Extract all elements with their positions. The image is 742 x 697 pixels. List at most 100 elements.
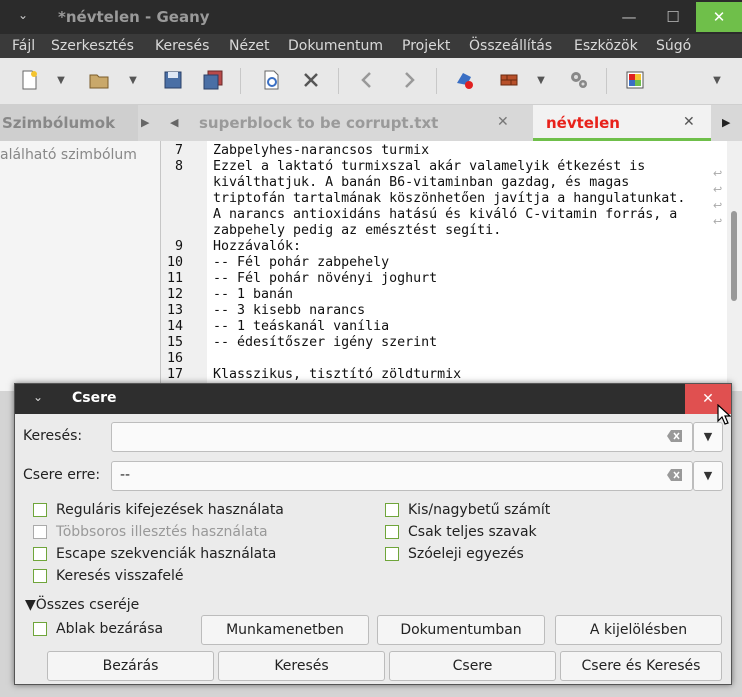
editor-scrollbar[interactable]	[727, 141, 742, 391]
window-close-button[interactable]: ✕	[696, 2, 742, 32]
replace-history-dropdown[interactable]: ▼	[693, 461, 723, 491]
replace-input[interactable]: --	[111, 461, 693, 491]
line-number: 15	[166, 335, 183, 350]
editor-area[interactable]: 7 Zabpelyhes-narancsos turmix 8 Ezzel a lak…	[161, 141, 727, 391]
compile-icon[interactable]	[452, 67, 478, 93]
line-number: 9	[174, 239, 183, 254]
dialog-menu-chevron-icon[interactable]: ⌄	[33, 390, 43, 404]
open-file-dropdown-icon[interactable]: ▼	[124, 67, 142, 93]
sidebar-tab-symbols[interactable]: Szimbólumok	[0, 105, 138, 141]
line-number: 13	[166, 303, 183, 318]
search-history-dropdown[interactable]: ▼	[693, 422, 723, 452]
wrap-indicator-icon: ↩	[713, 215, 723, 228]
clear-search-icon[interactable]	[667, 429, 683, 443]
minimize-button[interactable]: —	[614, 2, 644, 32]
code-line: zabpehely pedig az emésztést segíti.	[213, 223, 502, 238]
new-file-dropdown-icon[interactable]: ▼	[52, 67, 70, 93]
tab-nevtelen-label: névtelen	[546, 114, 620, 132]
code-line: -- Fél pohár zabpehely	[213, 255, 390, 270]
new-file-icon[interactable]	[16, 67, 42, 93]
build-dropdown-icon[interactable]: ▼	[532, 67, 550, 93]
code-line: -- 1 teáskanál vanília	[213, 319, 390, 334]
toolbar: ▼ ▼ ▼ ▼	[0, 58, 742, 105]
tab-nevtelen[interactable]: névtelen ✕	[533, 105, 711, 141]
code-line: Hozzávalók:	[213, 239, 302, 254]
code-line: A narancs antioxidáns hatású és kiváló C…	[213, 207, 678, 222]
sidebar-tabs-next-icon[interactable]: ▶	[141, 116, 149, 129]
menu-help[interactable]: Súgó	[656, 38, 691, 54]
close-button[interactable]: Bezárás	[47, 651, 214, 681]
replace-and-find-button[interactable]: Csere és Keresés	[560, 651, 722, 681]
dialog-title: Csere	[72, 390, 117, 406]
navigate-forward-icon[interactable]	[396, 67, 422, 93]
menu-tools[interactable]: Eszközök	[574, 38, 638, 54]
toolbar-overflow-icon[interactable]: ▼	[708, 67, 726, 93]
line-number: 7	[174, 143, 183, 158]
in-document-button[interactable]: Dokumentumban	[377, 615, 545, 645]
scrollbar-thumb[interactable]	[731, 211, 737, 301]
menu-document[interactable]: Dokumentum	[288, 38, 383, 54]
window-titlebar: ⌄ *névtelen - Geany — ☐ ✕	[0, 0, 742, 34]
wrap-indicator-icon: ↩	[713, 183, 723, 196]
tab-superblock-close-icon[interactable]: ✕	[497, 114, 509, 130]
tab-superblock-label: superblock to be corrupt.txt	[199, 114, 439, 132]
case-sensitive-checkbox[interactable]: Kis/nagybetű számít	[385, 502, 550, 518]
in-selection-button[interactable]: A kijelölésben	[555, 615, 722, 645]
maximize-button[interactable]: ☐	[658, 2, 688, 32]
code-line: -- 1 banán	[213, 287, 294, 302]
menu-edit[interactable]: Szerkesztés	[51, 38, 134, 54]
search-input[interactable]	[111, 422, 693, 452]
close-file-icon[interactable]	[298, 67, 324, 93]
line-number: 17	[166, 367, 183, 382]
code-line: -- édesítőszer igény szerint	[213, 335, 438, 350]
tab-nevtelen-close-icon[interactable]: ✕	[683, 114, 695, 130]
replace-button[interactable]: Csere	[389, 651, 556, 681]
menu-build[interactable]: Összeállítás	[469, 38, 552, 54]
replace-dialog: ⌄ Csere ✕ Keresés: ▼ Csere erre: -- ▼ Re…	[14, 383, 732, 685]
find-button[interactable]: Keresés	[218, 651, 385, 681]
line-number: 14	[166, 319, 183, 334]
menu-search[interactable]: Keresés	[155, 38, 209, 54]
expander-arrow-icon: ▼	[25, 597, 36, 613]
wrap-indicator-icon: ↩	[713, 199, 723, 212]
code-line: Ezzel a laktató turmixszal akár valamely…	[213, 159, 646, 174]
clear-replace-icon[interactable]	[667, 468, 683, 482]
line-number: 12	[166, 287, 183, 302]
line-number: 11	[166, 271, 183, 286]
editor-tabs-next-icon[interactable]: ▶	[722, 116, 730, 129]
word-start-checkbox[interactable]: Szóeleji egyezés	[385, 546, 524, 562]
color-chooser-icon[interactable]	[622, 67, 648, 93]
line-number: 16	[166, 351, 183, 366]
save-all-icon[interactable]	[200, 67, 226, 93]
run-icon[interactable]	[566, 67, 592, 93]
search-label: Keresés:	[23, 428, 83, 444]
build-icon[interactable]	[496, 67, 522, 93]
no-symbols-text: alálható szimbólum	[0, 147, 137, 163]
replace-all-expander[interactable]: ▼Összes cseréje	[25, 597, 139, 613]
window-menu-chevron-icon[interactable]: ⌄	[18, 8, 28, 22]
line-number: 10	[166, 255, 183, 270]
code-line: kiválthatjuk. A banán B6-vitaminban gazd…	[213, 175, 630, 190]
close-window-checkbox[interactable]: Ablak bezárása	[33, 621, 163, 637]
escape-sequences-checkbox[interactable]: Escape szekvenciák használata	[33, 546, 276, 562]
whole-word-checkbox[interactable]: Csak teljes szavak	[385, 524, 537, 540]
open-file-icon[interactable]	[86, 67, 112, 93]
menu-file[interactable]: Fájl	[12, 38, 35, 54]
line-number: 8	[174, 159, 183, 174]
tab-superblock[interactable]: superblock to be corrupt.txt ✕	[185, 105, 532, 141]
menu-view[interactable]: Nézet	[229, 38, 270, 54]
menu-project[interactable]: Projekt	[402, 38, 450, 54]
editor-tabs-prev-icon[interactable]: ◀	[170, 116, 178, 129]
mouse-cursor-icon	[717, 404, 731, 425]
code-line: Klasszikus, tisztító zöldturmix	[213, 367, 462, 382]
replace-label: Csere erre:	[23, 467, 101, 483]
code-line: -- 3 kisebb narancs	[213, 303, 366, 318]
multiline-checkbox[interactable]: Többsoros illesztés használata	[33, 524, 268, 540]
dialog-titlebar: ⌄ Csere ✕	[15, 384, 731, 414]
save-icon[interactable]	[160, 67, 186, 93]
reload-icon[interactable]	[258, 67, 284, 93]
in-session-button[interactable]: Munkamenetben	[201, 615, 369, 645]
search-backwards-checkbox[interactable]: Keresés visszafelé	[33, 568, 184, 584]
navigate-back-icon[interactable]	[354, 67, 380, 93]
regex-checkbox[interactable]: Reguláris kifejezések használata	[33, 502, 284, 518]
